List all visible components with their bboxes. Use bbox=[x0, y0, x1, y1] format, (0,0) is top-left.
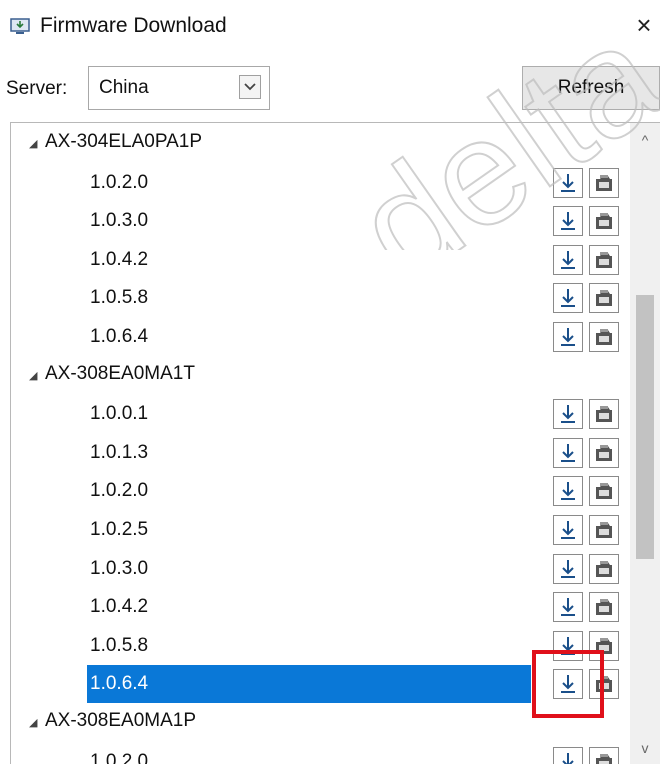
save-icon[interactable] bbox=[589, 399, 619, 430]
save-icon[interactable] bbox=[589, 746, 619, 764]
save-icon[interactable] bbox=[589, 437, 619, 468]
server-select[interactable]: China bbox=[88, 66, 270, 110]
save-icon[interactable] bbox=[589, 283, 619, 314]
firmware-tree[interactable]: ◢ AX-304ELA0PA1P 1.0.2.0 1.0.3.0 1.0.4.2 1.0.… bbox=[10, 122, 660, 764]
tree-version-row[interactable]: 1.0.2.5 bbox=[11, 511, 631, 549]
tree-group[interactable]: ◢ AX-308EA0MA1P bbox=[11, 704, 631, 742]
version-label: 1.0.0.1 bbox=[90, 403, 149, 425]
tree-version-row[interactable]: 1.0.6.4 bbox=[11, 665, 631, 704]
version-label: 1.0.3.0 bbox=[90, 210, 149, 232]
download-icon[interactable] bbox=[553, 244, 583, 275]
download-icon[interactable] bbox=[553, 630, 583, 661]
download-icon[interactable] bbox=[553, 167, 583, 198]
version-label: 1.0.1.3 bbox=[90, 441, 149, 463]
monitor-download-icon bbox=[10, 18, 30, 34]
download-icon[interactable] bbox=[553, 322, 583, 352]
tree-version-row[interactable]: 1.0.2.0 bbox=[11, 743, 631, 764]
tree-version-row[interactable]: 1.0.1.3 bbox=[11, 434, 631, 472]
selection-highlight bbox=[87, 665, 531, 704]
expander-icon[interactable]: ◢ bbox=[29, 137, 37, 150]
scroll-down-icon[interactable]: v bbox=[630, 735, 660, 761]
expander-icon[interactable]: ◢ bbox=[29, 369, 37, 382]
tree-version-row[interactable]: 1.0.0.1 bbox=[11, 395, 631, 433]
save-icon[interactable] bbox=[589, 476, 619, 507]
group-name: AX-308EA0MA1P bbox=[45, 710, 197, 731]
download-icon[interactable] bbox=[553, 476, 583, 507]
save-icon[interactable] bbox=[589, 553, 619, 584]
scroll-up-icon[interactable]: ^ bbox=[630, 127, 660, 153]
group-name: AX-304ELA0PA1P bbox=[45, 131, 203, 152]
tree-version-row[interactable]: 1.0.2.0 bbox=[11, 164, 631, 202]
save-icon[interactable] bbox=[589, 167, 619, 198]
refresh-button[interactable]: Refresh bbox=[522, 66, 660, 110]
download-icon[interactable] bbox=[553, 669, 583, 700]
tree-version-row[interactable]: 1.0.4.2 bbox=[11, 588, 631, 626]
download-icon[interactable] bbox=[553, 437, 583, 468]
save-icon[interactable] bbox=[589, 669, 619, 700]
download-icon[interactable] bbox=[553, 515, 583, 545]
download-icon[interactable] bbox=[553, 746, 583, 764]
tree-version-row[interactable]: 1.0.5.8 bbox=[11, 279, 631, 317]
close-icon[interactable]: × bbox=[632, 10, 656, 40]
tree-version-row[interactable]: 1.0.2.0 bbox=[11, 472, 631, 510]
save-icon[interactable] bbox=[589, 592, 619, 623]
window-title: Firmware Download bbox=[40, 14, 227, 37]
version-label: 1.0.2.0 bbox=[90, 750, 149, 764]
tree-version-row[interactable]: 1.0.4.2 bbox=[11, 241, 631, 279]
expander-icon[interactable]: ◢ bbox=[29, 716, 37, 729]
group-name: AX-308EA0MA1T bbox=[45, 362, 195, 384]
download-icon[interactable] bbox=[553, 553, 583, 584]
save-icon[interactable] bbox=[589, 244, 619, 275]
version-label: 1.0.5.8 bbox=[90, 634, 149, 656]
server-select-value: China bbox=[99, 77, 149, 98]
version-label: 1.0.2.0 bbox=[90, 480, 149, 502]
tree-group[interactable]: ◢ AX-308EA0MA1T bbox=[11, 357, 631, 395]
download-icon[interactable] bbox=[553, 399, 583, 430]
tree-group[interactable]: ◢ AX-304ELA0PA1P bbox=[11, 125, 631, 163]
save-icon[interactable] bbox=[589, 206, 619, 237]
title-bar: Firmware Download × bbox=[0, 0, 660, 60]
version-label: 1.0.5.8 bbox=[90, 287, 149, 309]
version-label: 1.0.2.0 bbox=[90, 171, 149, 193]
tree-version-row[interactable]: 1.0.3.0 bbox=[11, 202, 631, 240]
version-label: 1.0.2.5 bbox=[90, 519, 149, 540]
version-label: 1.0.4.2 bbox=[90, 596, 149, 618]
tree-version-row[interactable]: 1.0.3.0 bbox=[11, 550, 631, 588]
server-label: Server: bbox=[6, 78, 68, 99]
tree-version-row[interactable]: 1.0.6.4 bbox=[11, 318, 631, 356]
version-label: 1.0.6.4 bbox=[90, 326, 149, 347]
save-icon[interactable] bbox=[589, 630, 619, 661]
version-label: 1.0.3.0 bbox=[90, 557, 149, 579]
scroll-thumb[interactable] bbox=[636, 295, 654, 559]
chevron-down-icon[interactable] bbox=[239, 75, 261, 99]
version-label: 1.0.4.2 bbox=[90, 248, 149, 270]
save-icon[interactable] bbox=[589, 322, 619, 352]
version-label: 1.0.6.4 bbox=[90, 673, 149, 695]
tree-version-row[interactable]: 1.0.5.8 bbox=[11, 627, 631, 665]
save-icon[interactable] bbox=[589, 515, 619, 545]
vertical-scrollbar[interactable]: ^ v bbox=[630, 123, 660, 764]
download-icon[interactable] bbox=[553, 592, 583, 623]
download-icon[interactable] bbox=[553, 206, 583, 237]
download-icon[interactable] bbox=[553, 283, 583, 314]
